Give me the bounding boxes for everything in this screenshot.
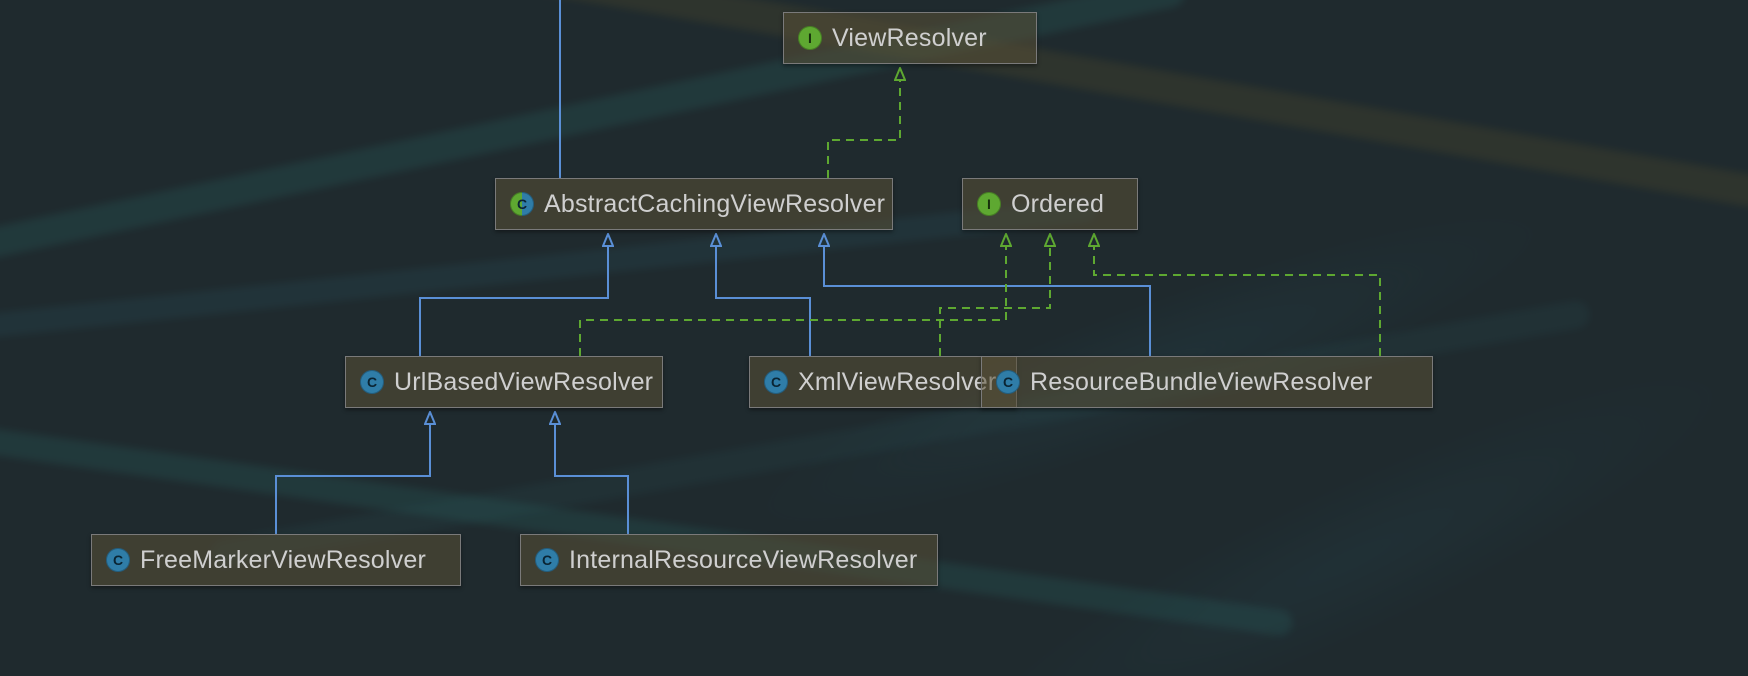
node-label: ResourceBundleViewResolver (1030, 368, 1372, 397)
interface-icon (798, 26, 822, 50)
node-label: FreeMarkerViewResolver (140, 546, 426, 575)
abstract-class-icon (510, 192, 534, 216)
class-icon (106, 548, 130, 572)
node-label: AbstractCachingViewResolver (544, 190, 885, 219)
interface-icon (977, 192, 1001, 216)
class-icon (764, 370, 788, 394)
class-icon (996, 370, 1020, 394)
node-label: InternalResourceViewResolver (569, 546, 917, 575)
node-internalresourceviewresolver[interactable]: InternalResourceViewResolver (520, 534, 938, 586)
node-abstractcachingviewresolver[interactable]: AbstractCachingViewResolver (495, 178, 893, 230)
node-label: ViewResolver (832, 24, 987, 53)
node-freemarkerviewresolver[interactable]: FreeMarkerViewResolver (91, 534, 461, 586)
node-ordered[interactable]: Ordered (962, 178, 1138, 230)
class-icon (535, 548, 559, 572)
node-resourcebundleviewresolver[interactable]: ResourceBundleViewResolver (981, 356, 1433, 408)
node-viewresolver[interactable]: ViewResolver (783, 12, 1037, 64)
class-icon (360, 370, 384, 394)
node-label: XmlViewResolver (798, 368, 996, 397)
node-label: Ordered (1011, 190, 1104, 219)
node-xmlviewresolver[interactable]: XmlViewResolver (749, 356, 1017, 408)
node-urlbasedviewresolver[interactable]: UrlBasedViewResolver (345, 356, 663, 408)
node-label: UrlBasedViewResolver (394, 368, 653, 397)
